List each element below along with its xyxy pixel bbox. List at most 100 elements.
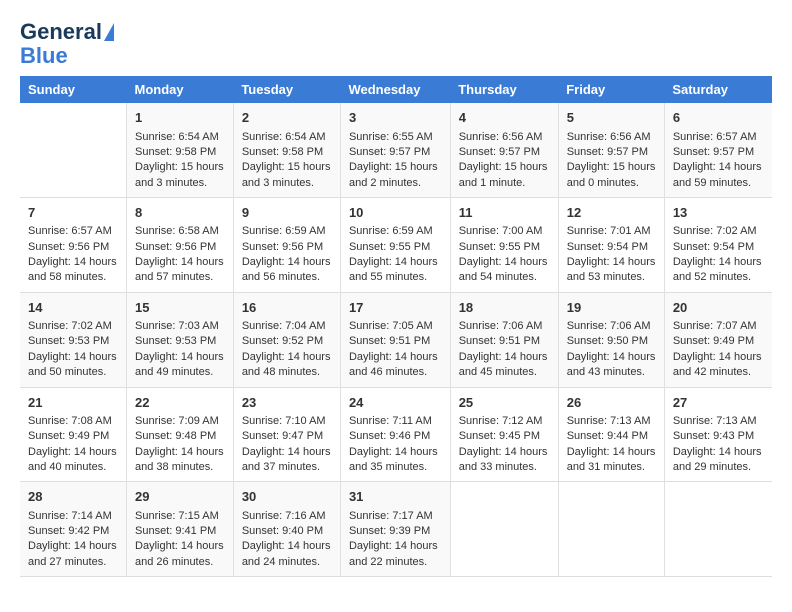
day-info: Sunrise: 7:09 AM xyxy=(135,414,225,429)
day-info: Sunrise: 7:02 AM xyxy=(673,224,764,239)
day-cell: 21Sunrise: 7:08 AMSunset: 9:49 PMDayligh… xyxy=(20,387,127,482)
day-info: Daylight: 14 hours xyxy=(673,445,764,460)
day-info: and 48 minutes. xyxy=(242,365,332,380)
day-info: Sunrise: 7:16 AM xyxy=(242,509,332,524)
day-info: and 24 minutes. xyxy=(242,555,332,570)
header-row: SundayMondayTuesdayWednesdayThursdayFrid… xyxy=(20,76,772,103)
day-info: Daylight: 14 hours xyxy=(242,445,332,460)
day-number: 31 xyxy=(349,488,442,506)
day-info: and 3 minutes. xyxy=(135,176,225,191)
day-number: 14 xyxy=(28,299,118,317)
day-info: Sunset: 9:43 PM xyxy=(673,429,764,444)
day-cell: 28Sunrise: 7:14 AMSunset: 9:42 PMDayligh… xyxy=(20,482,127,577)
day-info: Daylight: 14 hours xyxy=(349,539,442,554)
header: General Blue xyxy=(20,20,772,68)
day-info: Sunrise: 6:55 AM xyxy=(349,130,442,145)
column-header-friday: Friday xyxy=(558,76,664,103)
day-info: Sunrise: 6:56 AM xyxy=(459,130,550,145)
week-row-5: 28 Sunrise: 7:14 AMSunset: 9:42 PM Dayligh… xyxy=(20,482,772,577)
day-info: and 1 minute. xyxy=(459,176,550,191)
day-info: Sunset: 9:42 PM xyxy=(28,524,118,539)
day-cell: 22Sunrise: 7:09 AMSunset: 9:48 PMDayligh… xyxy=(127,387,234,482)
day-info: Sunrise: 6:59 AM xyxy=(242,224,332,239)
day-number: 11 xyxy=(459,204,550,222)
day-number: 3 xyxy=(349,109,442,127)
day-info: Sunset: 9:57 PM xyxy=(459,145,550,160)
day-info: Sunrise: 7:12 AM xyxy=(459,414,550,429)
logo: General Blue xyxy=(20,20,114,68)
day-info: Sunrise: 7:11 AM xyxy=(349,414,442,429)
day-info: Sunrise: 6:57 AM xyxy=(28,224,118,239)
day-info: and 57 minutes. xyxy=(135,270,225,285)
day-number: 13 xyxy=(673,204,764,222)
day-info: Sunset: 9:48 PM xyxy=(135,429,225,444)
day-info: Daylight: 14 hours xyxy=(242,539,332,554)
day-info: Sunset: 9:57 PM xyxy=(567,145,656,160)
day-info: Sunset: 9:52 PM xyxy=(242,334,332,349)
day-info: Sunset: 9:55 PM xyxy=(459,240,550,255)
day-info: and 43 minutes. xyxy=(567,365,656,380)
day-cell: 13 Sunrise: 7:02 AMSunset: 9:54 PMDayligh… xyxy=(664,198,772,293)
day-cell: 11Sunrise: 7:00 AMSunset: 9:55 PMDayligh… xyxy=(450,198,558,293)
column-header-tuesday: Tuesday xyxy=(233,76,340,103)
day-info: Sunrise: 6:57 AM xyxy=(673,130,764,145)
day-number: 7 xyxy=(28,204,118,222)
day-cell xyxy=(558,482,664,577)
day-info: Sunset: 9:57 PM xyxy=(349,145,442,160)
day-number: 24 xyxy=(349,394,442,412)
day-info: Sunrise: 7:06 AM xyxy=(459,319,550,334)
day-info: Sunrise: 7:04 AM xyxy=(242,319,332,334)
day-cell: 1Sunrise: 6:54 AMSunset: 9:58 PMDaylight… xyxy=(127,103,234,197)
day-info: Sunrise: 7:13 AM xyxy=(567,414,656,429)
day-info: and 33 minutes. xyxy=(459,460,550,475)
week-row-4: 21Sunrise: 7:08 AMSunset: 9:49 PMDayligh… xyxy=(20,387,772,482)
day-info: and 35 minutes. xyxy=(349,460,442,475)
day-info: and 22 minutes. xyxy=(349,555,442,570)
day-info: Daylight: 14 hours xyxy=(242,255,332,270)
day-info: Daylight: 14 hours xyxy=(567,350,656,365)
logo-blue: Blue xyxy=(20,44,68,68)
day-info: Sunrise: 7:08 AM xyxy=(28,414,118,429)
day-number: 22 xyxy=(135,394,225,412)
day-cell: 16Sunrise: 7:04 AMSunset: 9:52 PMDayligh… xyxy=(233,292,340,387)
day-info: Daylight: 14 hours xyxy=(673,255,764,270)
day-info: Sunset: 9:54 PM xyxy=(567,240,656,255)
day-cell xyxy=(20,103,127,197)
day-info: and 37 minutes. xyxy=(242,460,332,475)
day-info: Sunset: 9:40 PM xyxy=(242,524,332,539)
day-info: and 50 minutes. xyxy=(28,365,118,380)
day-cell: 24Sunrise: 7:11 AMSunset: 9:46 PMDayligh… xyxy=(340,387,450,482)
day-number: 28 xyxy=(28,488,118,506)
day-info: Daylight: 14 hours xyxy=(242,350,332,365)
day-cell: 30Sunrise: 7:16 AMSunset: 9:40 PMDayligh… xyxy=(233,482,340,577)
day-info: Daylight: 14 hours xyxy=(349,255,442,270)
day-info: and 55 minutes. xyxy=(349,270,442,285)
day-info: and 38 minutes. xyxy=(135,460,225,475)
day-info: Sunset: 9:53 PM xyxy=(28,334,118,349)
logo-triangle-icon xyxy=(104,23,114,41)
day-number: 20 xyxy=(673,299,764,317)
day-info: and 26 minutes. xyxy=(135,555,225,570)
day-number: 12 xyxy=(567,204,656,222)
column-header-monday: Monday xyxy=(127,76,234,103)
day-info: Sunset: 9:57 PM xyxy=(673,145,764,160)
day-number: 18 xyxy=(459,299,550,317)
day-cell: 15Sunrise: 7:03 AMSunset: 9:53 PMDayligh… xyxy=(127,292,234,387)
day-info: Daylight: 14 hours xyxy=(28,255,118,270)
day-info: and 31 minutes. xyxy=(567,460,656,475)
day-info: and 2 minutes. xyxy=(349,176,442,191)
day-number: 8 xyxy=(135,204,225,222)
day-info: Sunrise: 7:13 AM xyxy=(673,414,764,429)
week-row-2: 7Sunrise: 6:57 AMSunset: 9:56 PMDaylight… xyxy=(20,198,772,293)
day-info: Sunset: 9:54 PM xyxy=(673,240,764,255)
column-header-wednesday: Wednesday xyxy=(340,76,450,103)
day-info: Sunset: 9:51 PM xyxy=(459,334,550,349)
day-info: Sunrise: 7:14 AM xyxy=(28,509,118,524)
day-number: 21 xyxy=(28,394,118,412)
day-info: Daylight: 14 hours xyxy=(28,350,118,365)
week-row-1: 1Sunrise: 6:54 AMSunset: 9:58 PMDaylight… xyxy=(20,103,772,197)
day-info: Sunset: 9:56 PM xyxy=(242,240,332,255)
day-info: Daylight: 14 hours xyxy=(135,350,225,365)
day-cell: 3Sunrise: 6:55 AMSunset: 9:57 PMDaylight… xyxy=(340,103,450,197)
day-cell: 18Sunrise: 7:06 AMSunset: 9:51 PMDayligh… xyxy=(450,292,558,387)
